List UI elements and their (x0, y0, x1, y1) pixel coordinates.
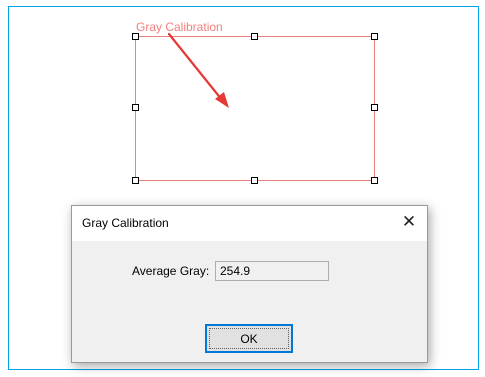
resize-handle-top-center[interactable] (251, 33, 258, 40)
resize-handle-bottom-right[interactable] (371, 177, 378, 184)
resize-handle-middle-right[interactable] (371, 104, 378, 111)
resize-handle-middle-left[interactable] (132, 104, 139, 111)
resize-handle-bottom-left[interactable] (132, 177, 139, 184)
resize-handle-top-left[interactable] (132, 33, 139, 40)
focus-ring (209, 328, 289, 349)
resize-handle-top-right[interactable] (371, 33, 378, 40)
dialog-titlebar: Gray Calibration ✕ (72, 206, 427, 241)
close-button[interactable]: ✕ (391, 206, 427, 238)
close-icon: ✕ (401, 212, 417, 231)
dialog-title: Gray Calibration (82, 216, 169, 230)
gray-calibration-dialog: Gray Calibration ✕ Average Gray: 254.9 O… (71, 205, 428, 363)
ok-button[interactable]: OK (205, 324, 293, 353)
resize-handle-bottom-center[interactable] (251, 177, 258, 184)
average-gray-field: 254.9 (215, 261, 329, 281)
roi-label: Gray Calibration (136, 20, 223, 34)
roi-rectangle[interactable] (135, 36, 375, 181)
average-gray-label: Average Gray: (132, 264, 210, 278)
